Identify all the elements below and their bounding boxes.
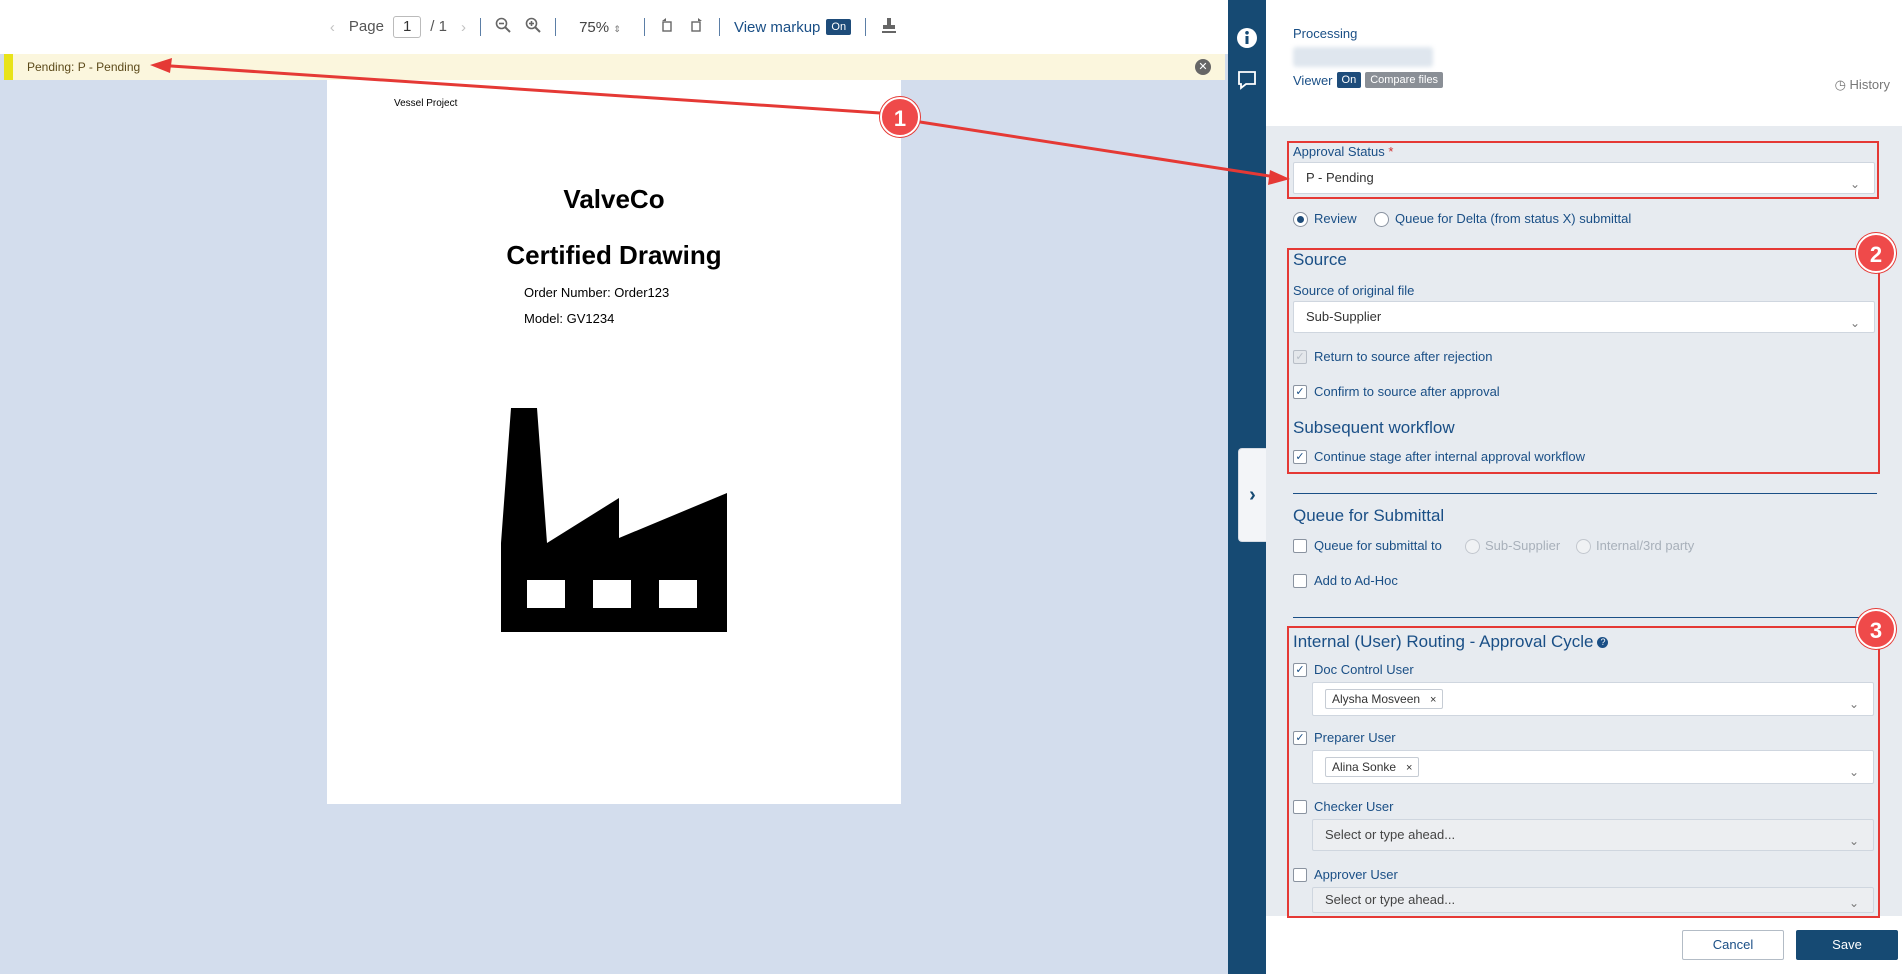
section-divider [1293, 493, 1877, 494]
radio-queue-delta[interactable] [1374, 212, 1389, 227]
page-label: Page [348, 18, 384, 35]
toolbar-divider [554, 18, 556, 36]
radio-queue-internal[interactable] [1576, 539, 1591, 554]
close-icon[interactable]: ✕ [1195, 59, 1211, 75]
zoom-out-icon[interactable] [495, 17, 511, 38]
rotate-left-icon[interactable] [659, 17, 675, 38]
viewer-label: Viewer [1293, 72, 1333, 88]
viewer-toolbar: ‹ Page 1 / 1 › 75% ⇕ View markup On [0, 0, 1228, 54]
view-markup-label: View markup [733, 18, 821, 36]
clock-icon: ◷ [1834, 77, 1846, 92]
toolbar-divider [718, 18, 720, 36]
next-page-icon[interactable]: › [461, 19, 466, 36]
annotation-box-approval [1287, 141, 1879, 199]
add-adhoc-label: Add to Ad-Hoc [1314, 573, 1398, 588]
history-link[interactable]: ◷ History [1835, 77, 1890, 93]
radio-queue-sub-supplier[interactable] [1465, 539, 1480, 554]
add-adhoc-checkbox[interactable] [1293, 574, 1307, 588]
annotation-marker-2: 2 [1856, 233, 1896, 273]
document-name-redacted [1293, 47, 1433, 67]
cancel-button[interactable]: Cancel [1682, 930, 1784, 960]
document-order-number: Order Number: Order123 [524, 285, 670, 300]
toolbar-divider [865, 18, 867, 36]
annotation-box-routing [1287, 626, 1880, 918]
zoom-stepper-icon: ⇕ [613, 23, 621, 34]
page-indicator: Page 1 / 1 [349, 16, 447, 38]
annotation-box-source [1287, 248, 1880, 474]
radio-review[interactable] [1293, 212, 1308, 227]
viewer-state[interactable]: On [1336, 72, 1362, 88]
zoom-select[interactable]: 75% ⇕ [570, 19, 630, 36]
radio-queue-internal-label: Internal/3rd party [1596, 538, 1695, 553]
zoom-in-icon[interactable] [525, 17, 541, 38]
view-markup-toggle[interactable]: View markup On [733, 18, 852, 36]
document-company: ValveCo [563, 184, 665, 214]
factory-icon [501, 408, 727, 632]
save-button[interactable]: Save [1796, 930, 1898, 960]
annotation-marker-3: 3 [1856, 609, 1896, 649]
viewer-toggle: Viewer On Compare files [1293, 72, 1444, 88]
toolbar-divider [479, 18, 481, 36]
prev-page-icon[interactable]: ‹ [330, 19, 335, 36]
collapse-panel-button[interactable]: › [1238, 448, 1266, 542]
radio-review-label: Review [1314, 211, 1357, 226]
info-icon[interactable] [1235, 26, 1259, 50]
view-markup-state[interactable]: On [826, 19, 852, 35]
page-total: / 1 [430, 18, 447, 35]
queue-title: Queue for Submittal [1293, 506, 1445, 525]
document-viewer: ‹ Page 1 / 1 › 75% ⇕ View markup On Pend… [0, 0, 1228, 974]
document-header: Vessel Project [394, 98, 458, 109]
panel-header: Processing Viewer On Compare files ◷ His… [1266, 0, 1902, 126]
compare-files-button[interactable]: Compare files [1365, 72, 1444, 88]
processing-label: Processing [1293, 26, 1358, 41]
document-page: Vessel Project ValveCo Certified Drawing… [327, 80, 901, 804]
annotation-marker-1: 1 [880, 97, 920, 137]
queue-submittal-label: Queue for submittal to [1314, 538, 1442, 553]
section-divider [1293, 617, 1877, 618]
page-number-input[interactable]: 1 [393, 16, 422, 38]
toolbar-divider [643, 18, 645, 36]
queue-submittal-checkbox[interactable] [1293, 539, 1307, 553]
stamp-icon[interactable] [880, 16, 898, 39]
radio-queue-sub-supplier-label: Sub-Supplier [1485, 538, 1561, 553]
document-title: Certified Drawing [506, 240, 722, 270]
zoom-value: 75% [579, 18, 610, 36]
comment-icon[interactable] [1235, 68, 1259, 92]
document-model: Model: GV1234 [524, 311, 615, 326]
status-text: Pending: P - Pending [27, 60, 141, 74]
panel-footer: Cancel Save [1266, 916, 1902, 974]
rotate-right-icon[interactable] [689, 17, 705, 38]
chevron-right-icon: › [1249, 483, 1256, 506]
status-marker [4, 54, 13, 80]
status-bar: Pending: P - Pending ✕ [4, 54, 1225, 80]
radio-queue-delta-label: Queue for Delta (from status X) submitta… [1395, 211, 1632, 226]
history-label: History [1849, 77, 1890, 92]
